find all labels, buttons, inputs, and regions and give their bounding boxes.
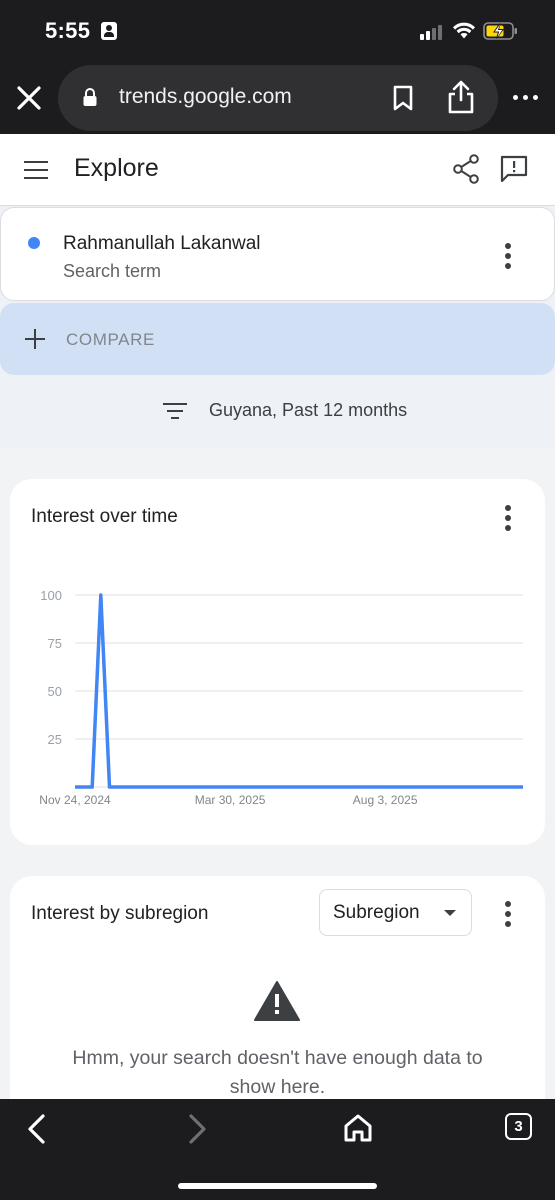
more-vertical-icon[interactable] <box>504 901 512 927</box>
more-horizontal-icon[interactable] <box>513 95 539 101</box>
home-icon[interactable] <box>342 1112 374 1144</box>
y-tick-label: 50 <box>48 684 62 699</box>
share-icon[interactable] <box>451 153 481 185</box>
subregion-title: Interest by subregion <box>31 903 209 924</box>
feedback-icon[interactable] <box>499 154 529 184</box>
back-icon[interactable] <box>24 1113 50 1145</box>
warning-icon <box>254 981 300 1021</box>
subregion-select[interactable]: Subregion <box>319 889 472 936</box>
wifi-icon <box>453 22 475 39</box>
series-color-dot <box>28 237 40 249</box>
interest-over-time-card: Interest over time 100 75 50 25 Nov 24, 2024… <box>10 479 545 845</box>
y-tick-label: 75 <box>48 636 62 651</box>
cellular-signal-icon <box>420 24 446 40</box>
browser-bottom-toolbar: 3 <box>0 1099 555 1200</box>
home-indicator <box>178 1183 377 1189</box>
x-tick-label: Nov 24, 2024 <box>39 793 111 807</box>
url-text: trends.google.com <box>119 85 292 108</box>
browser-toolbar: trends.google.com <box>0 64 555 134</box>
menu-icon[interactable] <box>22 159 50 181</box>
page-title: Explore <box>74 154 159 182</box>
compare-button[interactable]: COMPARE <box>0 303 555 375</box>
interest-by-subregion-card: Interest by subregion Subregion Hmm, you… <box>10 876 545 1116</box>
more-vertical-icon[interactable] <box>504 243 512 269</box>
plus-icon <box>25 329 45 349</box>
status-bar: 5:55 <box>0 0 555 64</box>
search-term-subtitle: Search term <box>63 261 162 281</box>
x-tick-label: Aug 3, 2025 <box>353 793 418 807</box>
tabs-button[interactable]: 3 <box>505 1113 532 1140</box>
status-time: 5:55 <box>45 18 91 43</box>
x-tick-label: Mar 30, 2025 <box>195 793 266 807</box>
battery-charging-icon <box>483 22 517 40</box>
y-tick-label: 100 <box>40 588 62 603</box>
close-icon[interactable] <box>12 81 46 115</box>
dropdown-caret-icon <box>444 910 456 916</box>
y-tick-label: 25 <box>48 732 62 747</box>
interest-over-time-chart: 100 75 50 25 Nov 24, 2024 Mar 30, 2025 Aug 3, … <box>39 588 523 807</box>
search-term-name: Rahmanullah Lakanwal <box>63 233 261 254</box>
bookmark-icon[interactable] <box>391 84 415 112</box>
compare-label: COMPARE <box>66 330 155 349</box>
subregion-select-value: Subregion <box>333 902 420 923</box>
forward-icon[interactable] <box>184 1113 210 1145</box>
filter-button[interactable]: Guyana, Past 12 months <box>0 380 555 444</box>
share-icon[interactable] <box>446 79 476 115</box>
search-term-card[interactable]: Rahmanullah Lakanwal Search term <box>0 207 555 301</box>
app-header: Explore <box>0 134 555 206</box>
lock-icon <box>83 88 97 106</box>
address-bar[interactable]: trends.google.com <box>58 65 498 131</box>
filter-icon <box>163 403 187 421</box>
filter-text: Guyana, Past 12 months <box>209 400 408 420</box>
person-badge-icon <box>101 22 117 40</box>
no-data-message: Hmm, your search doesn't have enough dat… <box>72 1047 483 1098</box>
